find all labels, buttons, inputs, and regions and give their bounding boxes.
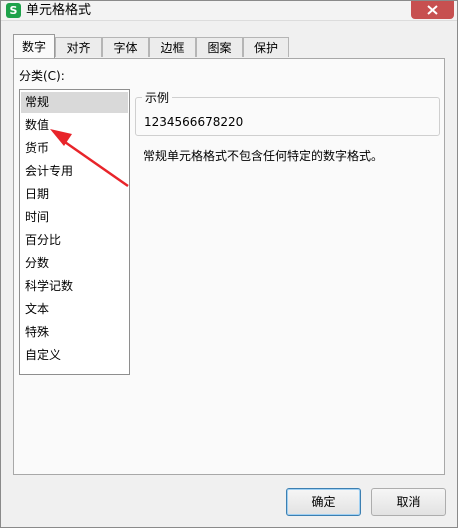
category-label: 分类(C): [19, 69, 65, 83]
category-item-number[interactable]: 数值 [21, 115, 128, 136]
category-item-date[interactable]: 日期 [21, 184, 128, 205]
tab-number[interactable]: 数字 [13, 34, 55, 58]
format-description: 常规单元格格式不包含任何特定的数字格式。 [143, 149, 384, 163]
dialog-title: 单元格格式 [26, 3, 92, 18]
category-item-general[interactable]: 常规 [21, 92, 128, 113]
tab-pattern[interactable]: 图案 [196, 37, 243, 57]
category-item-time[interactable]: 时间 [21, 207, 128, 228]
category-list[interactable]: 常规 数值 货币 会计专用 日期 时间 百分比 分数 科学记数 文本 特殊 自定… [19, 89, 130, 375]
category-item-text[interactable]: 文本 [21, 299, 128, 320]
category-item-percentage[interactable]: 百分比 [21, 230, 128, 251]
format-cells-dialog: S 单元格格式 数字 对齐 字体 边框 图案 保护 分类(C): 常规 数值 货… [0, 0, 458, 528]
tab-protection[interactable]: 保护 [243, 37, 289, 57]
category-item-fraction[interactable]: 分数 [21, 253, 128, 274]
sample-group: 1234566678220 [135, 97, 440, 136]
tab-font[interactable]: 字体 [102, 37, 149, 57]
category-item-currency[interactable]: 货币 [21, 138, 128, 159]
tab-alignment[interactable]: 对齐 [55, 37, 102, 57]
title-bar: S 单元格格式 [1, 1, 457, 21]
ok-button[interactable]: 确定 [286, 488, 361, 516]
number-tab-panel: 分类(C): 常规 数值 货币 会计专用 日期 时间 百分比 分数 科学记数 文… [13, 58, 445, 475]
close-button[interactable] [411, 1, 454, 19]
category-item-accounting[interactable]: 会计专用 [21, 161, 128, 182]
category-item-special[interactable]: 特殊 [21, 322, 128, 343]
sample-value: 1234566678220 [144, 115, 244, 129]
sample-title: 示例 [142, 89, 173, 106]
category-item-custom[interactable]: 自定义 [21, 345, 128, 366]
wps-app-icon: S [6, 3, 21, 18]
cancel-button[interactable]: 取消 [371, 488, 446, 516]
tab-border[interactable]: 边框 [149, 37, 196, 57]
close-icon [427, 5, 438, 15]
category-item-scientific[interactable]: 科学记数 [21, 276, 128, 297]
